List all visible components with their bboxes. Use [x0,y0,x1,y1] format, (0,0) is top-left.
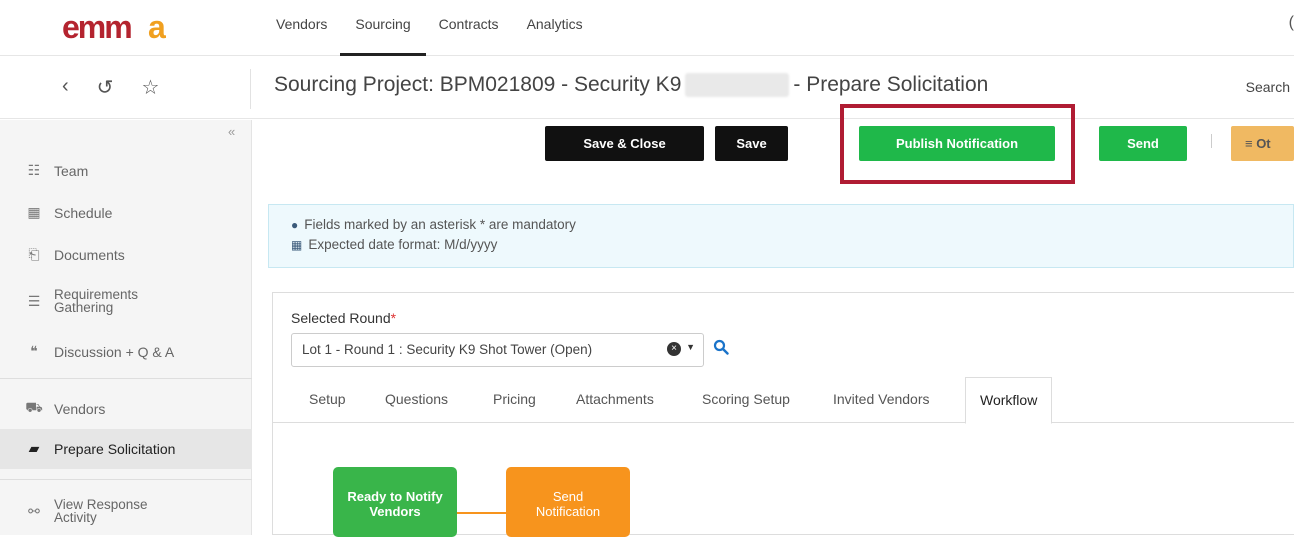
svg-text:a: a [148,12,166,42]
tab-invited-vendors[interactable]: Invited Vendors [833,391,930,407]
folder-open-icon: ▰ [28,440,40,456]
page-title-suffix: - Prepare Solicitation [793,73,989,96]
sidebar-item-label: Discussion + Q & A [54,343,175,360]
solicitation-panel: Selected Round* Lot 1 - Round 1 : Securi… [272,292,1294,537]
tab-pricing[interactable]: Pricing [493,391,536,407]
workflow-step-label-2: Vendors [369,504,421,519]
other-actions-button[interactable]: ≡ Ot [1231,126,1294,161]
redacted-text [685,73,790,98]
tab-attachments[interactable]: Attachments [576,391,654,407]
solicitation-tabs: Setup Questions Pricing Attachments Scor… [273,377,1294,424]
documents-icon: ⎗ [28,246,40,262]
user-menu-icon[interactable]: ( [1289,14,1294,32]
workflow-connector [457,512,506,514]
main-nav: Vendors Sourcing Contracts Analytics [276,0,611,56]
list-icon: ☰ [27,292,41,309]
sidebar-item-label-2: Gathering [54,300,114,315]
sidebar-item-label: Prepare Solicitation [54,440,176,457]
tab-setup[interactable]: Setup [309,391,346,407]
info-line-mandatory: ● Fields marked by an asterisk * are man… [291,217,576,232]
info-date-text: Expected date format: M/d/yyyy [308,237,498,252]
selected-round-label-text: Selected Round [291,310,391,326]
sidebar-item-label: Schedule [54,204,113,221]
sidebar-item-schedule[interactable]: ▦ Schedule [24,204,112,221]
team-icon: ☷ [27,162,41,178]
favorite-star-icon[interactable]: ☆ [141,75,159,100]
info-circle-icon: ● [291,217,299,232]
required-asterisk: * [390,310,397,326]
page-title-prefix: Sourcing Project: BPM021809 - Security K… [274,73,682,96]
nav-contracts[interactable]: Contracts [439,0,499,56]
search-link[interactable]: Search [1246,79,1290,95]
sidebar-item-prepare-solicitation[interactable]: ▰ Prepare Solicitation [24,440,176,457]
send-label: Send [1127,136,1159,151]
info-mandatory-text: Fields marked by an asterisk * are manda… [304,217,576,232]
top-bar: emm a Vendors Sourcing Contracts Analyti… [0,0,1294,56]
workflow-step-label-2: Notification [535,504,601,519]
back-chevron-icon[interactable]: ‹ [62,75,69,100]
sidebar-item-documents[interactable]: ⎗ Documents [24,246,125,263]
sidebar-item-vendors[interactable]: ⛟ Vendors [24,399,105,418]
sidebar-item-label: Documents [54,246,125,263]
sidebar-item-team[interactable]: ☷ Team [24,162,89,179]
selected-round-label: Selected Round* [291,310,396,326]
page-title: Sourcing Project: BPM021809 - Security K… [274,73,989,98]
chat-icon: ❝ [30,343,38,359]
nav-analytics[interactable]: Analytics [527,0,583,56]
truck-icon: ⛟ [25,399,43,415]
save-button[interactable]: Save [715,126,788,161]
header-divider [250,69,251,109]
toolbar-divider [1211,134,1212,148]
sidebar-item-discussion[interactable]: ❝ Discussion + Q & A [24,343,174,360]
svg-text:emm: emm [62,12,131,42]
info-line-date-format: ▦ Expected date format: M/d/yyyy [291,237,497,252]
search-icon[interactable] [713,339,729,355]
sidebar: « ☷ Team ▦ Schedule ⎗ Documents ☰ Requir… [0,120,252,535]
save-label: Save [736,136,767,151]
page-header: ‹ ↺ ☆ Sourcing Project: BPM021809 - Secu… [0,57,1294,119]
tab-questions[interactable]: Questions [385,391,448,407]
workflow-step-send-notification[interactable]: Send Notification [506,467,630,537]
collapse-sidebar-icon[interactable]: « [228,124,235,139]
save-close-button[interactable]: Save & Close [545,126,704,161]
tab-workflow[interactable]: Workflow [965,377,1053,424]
selected-round-value: Lot 1 - Round 1 : Security K9 Shot Tower… [302,342,593,357]
nav-sourcing[interactable]: Sourcing [340,0,426,56]
calendar-icon: ▦ [291,237,303,252]
highlight-annotation [840,104,1075,184]
workflow-step-ready-to-notify[interactable]: Ready to Notify Vendors [333,467,457,537]
sidebar-item-label-2: Activity [54,510,97,525]
info-notice: ● Fields marked by an asterisk * are man… [268,204,1294,268]
sidebar-divider [0,378,252,379]
chevron-down-icon[interactable]: ▼ [686,342,695,352]
other-actions-label: ≡ Ot [1245,136,1271,151]
history-icon[interactable]: ↺ [97,75,114,100]
selected-round-select[interactable]: Lot 1 - Round 1 : Security K9 Shot Tower… [291,333,704,367]
send-button[interactable]: Send [1099,126,1187,161]
tab-scoring-setup[interactable]: Scoring Setup [702,391,790,407]
sidebar-item-label: Vendors [54,400,106,417]
calendar-icon: ▦ [27,204,41,220]
sidebar-item-label: Team [54,162,89,179]
binoculars-icon: ⚯ [28,502,40,519]
sidebar-item-view-response[interactable]: ⚯ View Response Activity [24,498,147,525]
sidebar-divider [0,479,252,480]
clear-selection-icon[interactable]: × [667,342,681,356]
nav-vendors[interactable]: Vendors [276,0,327,56]
save-close-label: Save & Close [583,136,666,151]
workflow-step-label: Send [552,489,584,504]
sidebar-item-requirements[interactable]: ☰ Requirements Gathering [24,288,138,315]
workflow-step-label: Ready to Notify [347,489,443,504]
emma-logo[interactable]: emm a [62,12,192,42]
